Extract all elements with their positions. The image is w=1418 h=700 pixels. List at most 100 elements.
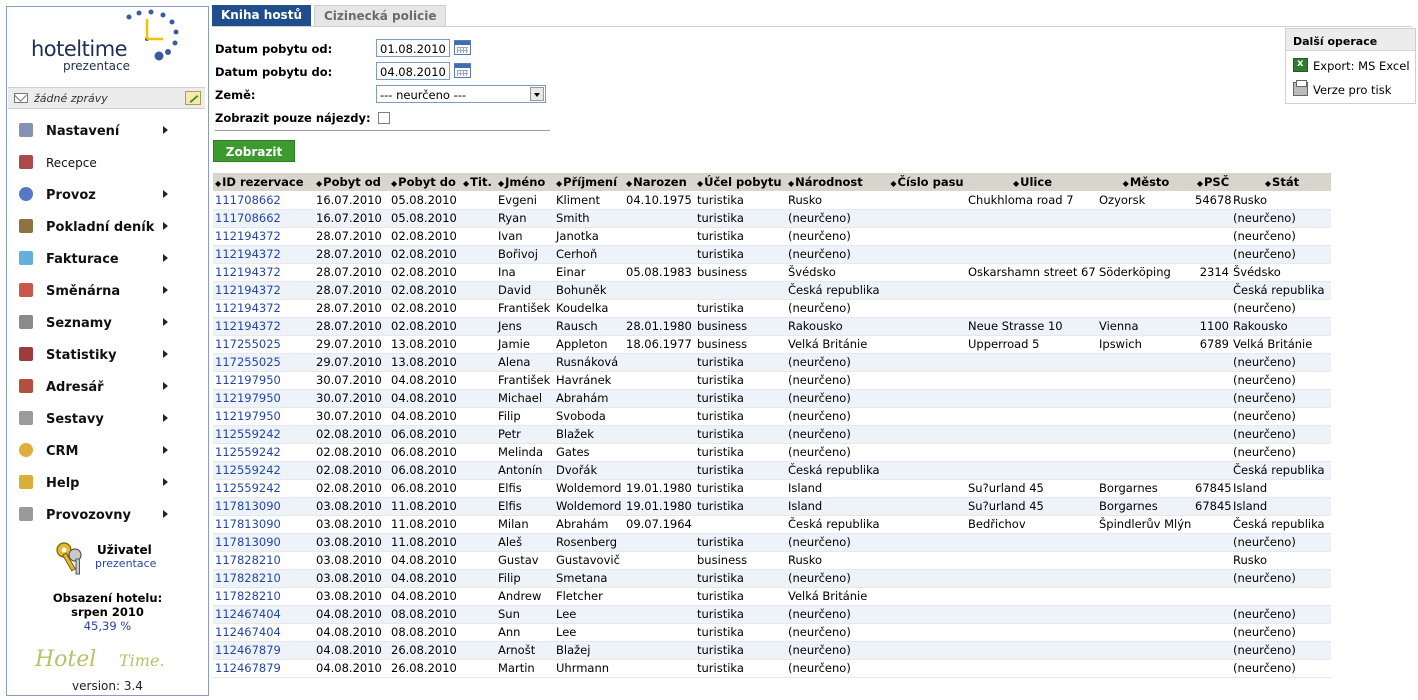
reservation-id-link[interactable]: 112194372 bbox=[213, 317, 314, 336]
table-cell bbox=[461, 623, 496, 642]
menu-item-1[interactable]: Recepce bbox=[7, 147, 208, 179]
reservation-id-link[interactable]: 112559242 bbox=[213, 425, 314, 444]
tab-foreign-police[interactable]: Cizinecká policie bbox=[313, 5, 447, 26]
menu-item-4[interactable]: Fakturace bbox=[7, 243, 208, 275]
table-cell: Česká republika bbox=[1231, 461, 1331, 480]
reservation-id-link[interactable]: 117828210 bbox=[213, 569, 314, 588]
reservation-id-link[interactable]: 112559242 bbox=[213, 461, 314, 480]
table-cell bbox=[461, 497, 496, 516]
column-header[interactable]: ◆PSČ bbox=[1193, 173, 1231, 191]
table-cell: 28.07.2010 bbox=[314, 263, 389, 282]
menu-item-12[interactable]: Provozovny bbox=[7, 499, 208, 531]
table-cell bbox=[624, 371, 695, 390]
column-header[interactable]: ◆Narozen bbox=[624, 173, 695, 191]
reservation-id-link[interactable]: 112194372 bbox=[213, 227, 314, 246]
reservation-id-link[interactable]: 112194372 bbox=[213, 299, 314, 318]
messages-status[interactable]: žádné zprávy bbox=[34, 92, 108, 105]
reservation-id-link[interactable]: 117828210 bbox=[213, 587, 314, 606]
table-cell bbox=[624, 533, 695, 552]
reservation-id-link[interactable]: 117813090 bbox=[213, 515, 314, 534]
table-row: 112194372 28.07.2010 02.08.2010 Jens Rausch 2… bbox=[213, 317, 1331, 336]
column-header[interactable]: ◆Příjmení bbox=[554, 173, 624, 191]
chevron-down-icon[interactable] bbox=[530, 87, 544, 101]
table-cell bbox=[1097, 587, 1193, 606]
tab-guest-book[interactable]: Kniha hostů bbox=[212, 5, 311, 26]
table-row: 111708662 16.07.2010 05.08.2010 Evgeni Klime… bbox=[213, 191, 1331, 210]
crm-icon bbox=[19, 443, 33, 457]
table-cell: 03.08.2010 bbox=[314, 551, 389, 570]
reservation-id-link[interactable]: 112194372 bbox=[213, 281, 314, 300]
column-header[interactable]: ◆Pobyt do bbox=[389, 173, 461, 191]
reservation-id-link[interactable]: 112559242 bbox=[213, 479, 314, 498]
messages-bar: žádné zprávy bbox=[8, 87, 205, 109]
column-header[interactable]: ◆ID rezervace bbox=[213, 173, 314, 191]
column-header[interactable]: ◆Stát bbox=[1231, 173, 1331, 191]
column-header[interactable]: ◆Tit. bbox=[461, 173, 496, 191]
reservation-id-link[interactable]: 112467879 bbox=[213, 659, 314, 678]
reservation-id-link[interactable]: 112197950 bbox=[213, 371, 314, 390]
date-from-input[interactable]: 01.08.2010 bbox=[376, 39, 450, 57]
column-header[interactable]: ◆Pobyt od bbox=[314, 173, 389, 191]
column-header[interactable]: ◆Město bbox=[1097, 173, 1193, 191]
table-cell: 04.08.2010 bbox=[389, 407, 461, 426]
table-cell bbox=[966, 461, 1097, 480]
chevron-right-icon bbox=[163, 350, 168, 358]
reservation-id-link[interactable]: 117813090 bbox=[213, 497, 314, 516]
calendar-icon[interactable] bbox=[454, 63, 471, 78]
reservation-id-link[interactable]: 111708662 bbox=[213, 191, 314, 210]
table-cell: business bbox=[695, 317, 786, 336]
column-header-label: Ulice bbox=[1020, 175, 1052, 189]
table-cell: (neurčeno) bbox=[786, 371, 886, 390]
reservation-id-link[interactable]: 112197950 bbox=[213, 407, 314, 426]
menu-item-11[interactable]: Help bbox=[7, 467, 208, 499]
menu-item-8[interactable]: Adresář bbox=[7, 371, 208, 403]
menu-item-10[interactable]: CRM bbox=[7, 435, 208, 467]
menu-item-2[interactable]: Provoz bbox=[7, 179, 208, 211]
reservation-id-link[interactable]: 112559242 bbox=[213, 443, 314, 462]
date-to-input[interactable]: 04.08.2010 bbox=[376, 62, 450, 80]
user-name-link[interactable]: prezentace bbox=[95, 557, 156, 570]
reservation-id-link[interactable]: 112467404 bbox=[213, 605, 314, 624]
reservation-id-link[interactable]: 111708662 bbox=[213, 209, 314, 228]
reservation-id-link[interactable]: 117255025 bbox=[213, 335, 314, 354]
menu-item-0[interactable]: Nastavení bbox=[7, 115, 208, 147]
reservation-id-link[interactable]: 112467404 bbox=[213, 623, 314, 642]
print-version-label: Verze pro tisk bbox=[1313, 83, 1392, 97]
menu-item-3[interactable]: Pokladní deník bbox=[7, 211, 208, 243]
reservation-id-link[interactable]: 117255025 bbox=[213, 353, 314, 372]
table-cell: turistika bbox=[695, 641, 786, 660]
raids-checkbox[interactable] bbox=[378, 112, 390, 124]
hoteltime-logo[interactable]: hoteltime prezentace bbox=[7, 7, 208, 81]
menu-item-6[interactable]: Seznamy bbox=[7, 307, 208, 339]
menu-item-5[interactable]: Směnárna bbox=[7, 275, 208, 307]
reservation-id-link[interactable]: 112467879 bbox=[213, 641, 314, 660]
column-header[interactable]: ◆Národnost bbox=[786, 173, 886, 191]
table-cell: 54678 bbox=[1193, 191, 1231, 210]
reservation-id-link[interactable]: 112194372 bbox=[213, 263, 314, 282]
table-cell: Aleš bbox=[496, 533, 554, 552]
reservation-id-link[interactable]: 117813090 bbox=[213, 533, 314, 552]
table-cell: Island bbox=[1231, 497, 1331, 516]
reservation-id-link[interactable]: 112194372 bbox=[213, 245, 314, 264]
country-select[interactable]: --- neurčeno --- bbox=[376, 85, 546, 103]
menu-item-label: Fakturace bbox=[46, 252, 119, 267]
reservation-id-link[interactable]: 112197950 bbox=[213, 389, 314, 408]
table-cell: Island bbox=[786, 479, 886, 498]
show-button[interactable]: Zobrazit bbox=[213, 140, 295, 162]
menu-item-7[interactable]: Statistiky bbox=[7, 339, 208, 371]
table-cell: Smith bbox=[554, 209, 624, 228]
column-header[interactable]: ◆Číslo pasu bbox=[886, 173, 966, 191]
table-cell: (neurčeno) bbox=[1231, 569, 1331, 588]
table-cell: 28.07.2010 bbox=[314, 299, 389, 318]
column-header[interactable]: ◆Účel pobytu bbox=[695, 173, 786, 191]
column-header[interactable]: ◆Ulice bbox=[966, 173, 1097, 191]
reservation-id-link[interactable]: 117828210 bbox=[213, 551, 314, 570]
table-cell bbox=[461, 263, 496, 282]
table-cell: Koudelka bbox=[554, 299, 624, 318]
menu-item-9[interactable]: Sestavy bbox=[7, 403, 208, 435]
table-cell: Einar bbox=[554, 263, 624, 282]
column-header[interactable]: ◆Jméno bbox=[496, 173, 554, 191]
calendar-icon[interactable] bbox=[454, 40, 471, 55]
compose-message-icon[interactable] bbox=[185, 91, 201, 105]
table-cell bbox=[1193, 641, 1231, 660]
